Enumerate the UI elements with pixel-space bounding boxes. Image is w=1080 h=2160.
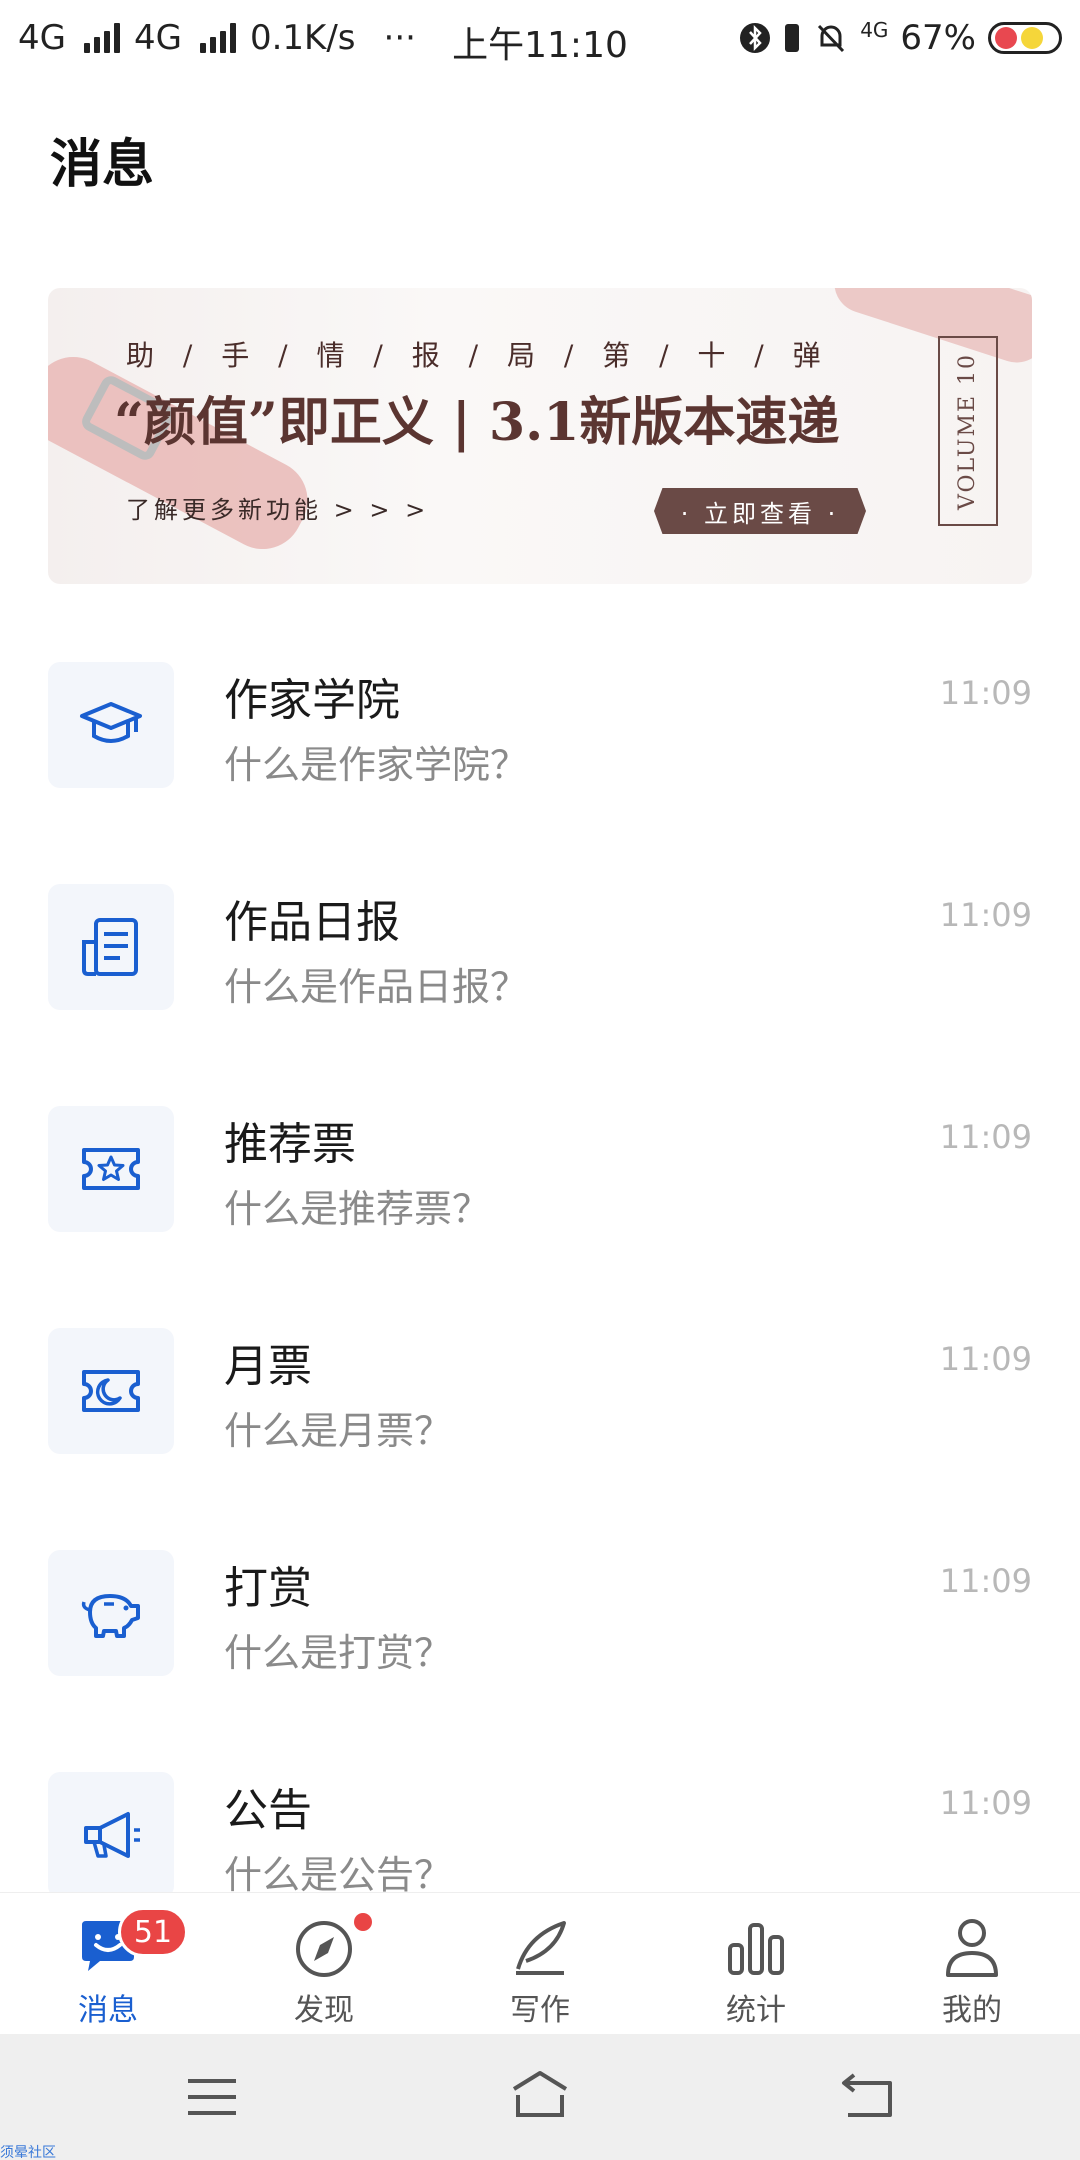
page-title: 消息	[50, 135, 155, 195]
nav-label: 写作	[510, 1993, 570, 2028]
compass-icon	[292, 1915, 356, 1979]
nav-label: 统计	[726, 1993, 786, 2028]
message-preview: 什么是公告？	[224, 1853, 453, 1892]
menu-icon[interactable]	[164, 2064, 260, 2130]
nav-label: 发现	[294, 1993, 354, 2028]
megaphone-icon	[48, 1772, 174, 1892]
network-label-2: 4G	[133, 18, 182, 58]
star-ticket-icon	[48, 1106, 174, 1232]
status-left: 4G 4G 0.1K/s ···	[18, 18, 416, 58]
nav-label: 我的	[942, 1993, 1002, 2028]
message-item-tip[interactable]: 打赏 什么是打赏？ 11:09	[0, 1544, 1080, 1766]
more-notifications-icon: ···	[383, 18, 416, 58]
message-item-recommend-ticket[interactable]: 推荐票 什么是推荐票？ 11:09	[0, 1100, 1080, 1322]
moon-ticket-icon	[48, 1328, 174, 1454]
message-time: 11:09	[939, 1340, 1032, 1378]
status-right: 4G 67%	[740, 18, 1062, 58]
quill-icon	[508, 1915, 572, 1979]
message-title: 推荐票	[224, 1119, 356, 1170]
system-nav-bar	[0, 2034, 1080, 2160]
message-title: 公告	[224, 1785, 312, 1836]
message-title: 作家学院	[224, 675, 400, 726]
nav-tab-stats[interactable]: 统计	[648, 1893, 864, 2035]
message-time: 11:09	[939, 896, 1032, 934]
banner-headline: “颜值”即正义 | 3.1新版本速递	[114, 392, 840, 453]
network-speed: 0.1K/s	[249, 18, 356, 58]
message-preview: 什么是作家学院？	[224, 743, 529, 787]
message-preview: 什么是月票？	[224, 1409, 453, 1453]
nav-tab-write[interactable]: 写作	[432, 1893, 648, 2035]
battery-percent: 67%	[900, 18, 976, 58]
banner-watch-strap-right	[826, 288, 1032, 371]
message-title: 打赏	[224, 1563, 312, 1614]
unread-badge: 51	[118, 1907, 188, 1957]
newspaper-icon	[48, 884, 174, 1010]
nav-label: 消息	[78, 1993, 138, 2028]
message-list: 作家学院 什么是作家学院？ 11:09 作品日报 什么是作品日报？ 11:09 …	[0, 650, 1080, 1892]
bluetooth-icon	[740, 23, 771, 53]
battery-icon	[988, 22, 1062, 54]
signal-icon-2	[199, 23, 236, 53]
message-time: 11:09	[939, 1784, 1032, 1822]
bottom-nav: 51 消息 发现 写作 统计 我的	[0, 1892, 1080, 2034]
mute-bell-icon	[818, 24, 845, 53]
bar-chart-icon	[724, 1915, 788, 1979]
message-preview: 什么是推荐票？	[224, 1187, 491, 1231]
message-item-monthly-ticket[interactable]: 月票 什么是月票？ 11:09	[0, 1322, 1080, 1544]
message-item-writer-academy[interactable]: 作家学院 什么是作家学院？ 11:09	[0, 656, 1080, 878]
net-badge: 4G	[860, 18, 889, 42]
promo-banner[interactable]: 助 / 手 / 情 / 报 / 局 / 第 / 十 / 弹 “颜值”即正义 | …	[48, 288, 1032, 584]
back-icon[interactable]	[820, 2064, 916, 2130]
new-indicator-dot	[354, 1913, 372, 1931]
message-title: 月票	[224, 1341, 312, 1392]
graduation-cap-icon	[48, 662, 174, 788]
message-item-daily-report[interactable]: 作品日报 什么是作品日报？ 11:09	[0, 878, 1080, 1100]
banner-volume-text: VOLUME 10	[955, 352, 981, 510]
banner-volume-tag: VOLUME 10	[938, 336, 998, 526]
network-label: 4G	[18, 18, 66, 58]
home-icon[interactable]	[492, 2064, 588, 2130]
message-time: 11:09	[939, 1562, 1032, 1600]
signal-icon	[83, 23, 120, 53]
message-preview: 什么是作品日报？	[224, 965, 529, 1009]
message-preview: 什么是打赏？	[224, 1631, 453, 1675]
vibrate-icon	[785, 24, 800, 52]
watermark: 须晕社区	[0, 2145, 56, 2160]
message-time: 11:09	[939, 1118, 1032, 1156]
nav-tab-discover[interactable]: 发现	[216, 1893, 432, 2035]
piggy-bank-icon	[48, 1550, 174, 1676]
banner-more-link[interactable]: 了解更多新功能 > > >	[126, 490, 429, 525]
status-bar: 4G 4G 0.1K/s ··· 上午11:10 4G 67%	[0, 0, 1080, 76]
person-icon	[940, 1915, 1004, 1979]
banner-view-button[interactable]: · 立即查看 ·	[654, 488, 866, 534]
message-item-announcement[interactable]: 公告 什么是公告？ 11:09	[0, 1766, 1080, 1892]
nav-tab-messages[interactable]: 51 消息	[0, 1893, 216, 2035]
nav-tab-profile[interactable]: 我的	[864, 1893, 1080, 2035]
message-title: 作品日报	[224, 897, 400, 948]
message-time: 11:09	[939, 674, 1032, 712]
banner-subtitle: 助 / 手 / 情 / 报 / 局 / 第 / 十 / 弹	[126, 339, 831, 372]
